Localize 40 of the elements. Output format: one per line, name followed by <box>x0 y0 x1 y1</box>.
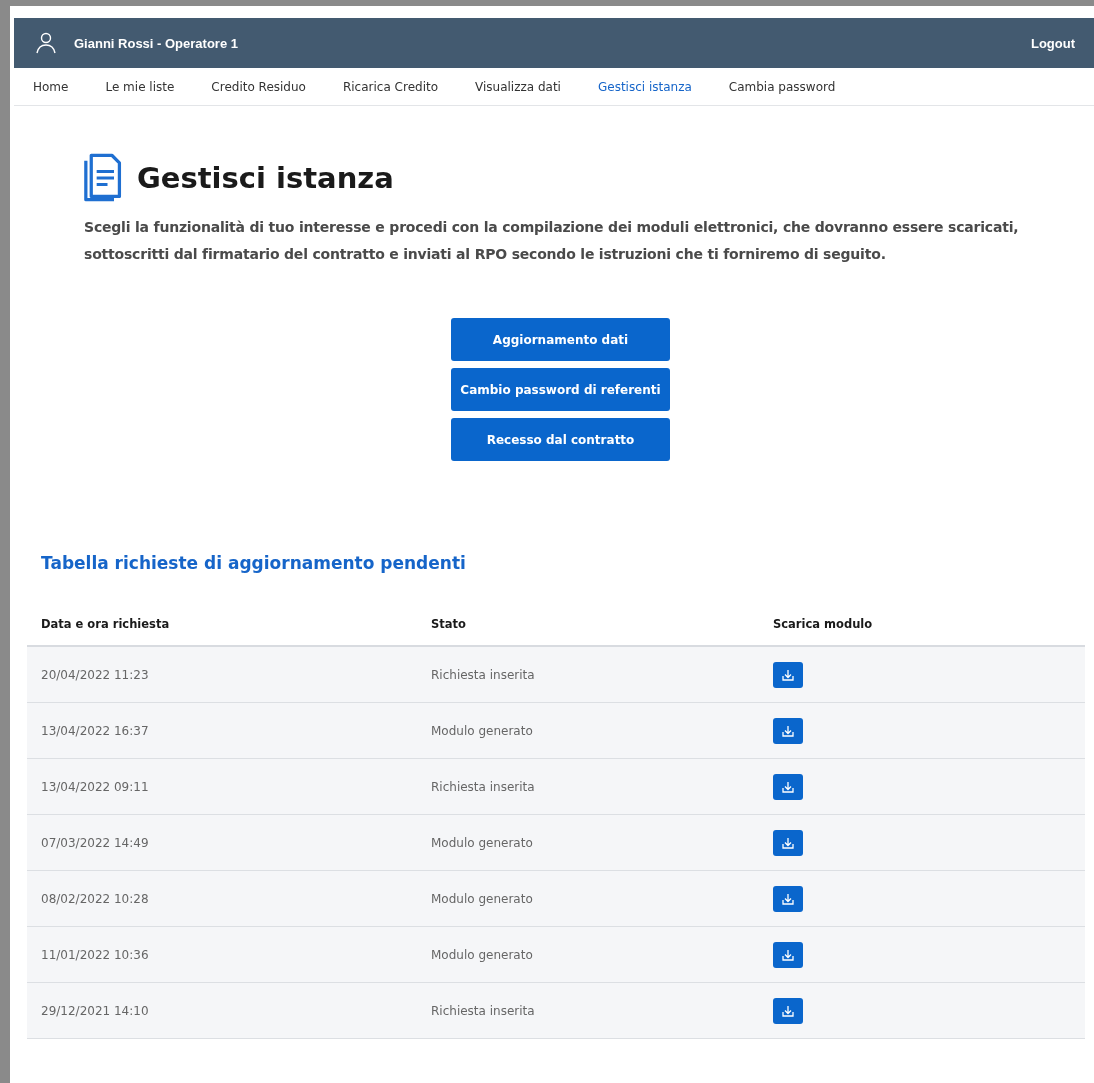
nav-tab[interactable]: Ricarica Credito <box>342 79 438 94</box>
table-cell: Modulo generato <box>431 891 533 906</box>
table-cell: Richiesta inserita <box>431 667 535 682</box>
table-cell: 20/04/2022 11:23 <box>41 667 149 682</box>
download-button[interactable] <box>773 773 803 800</box>
action-button[interactable]: Cambio password di referenti <box>451 368 670 411</box>
table-title: Tabella richieste di aggiornamento pendenti <box>41 553 467 573</box>
user-icon <box>36 32 56 54</box>
table-cell: 11/01/2022 10:36 <box>41 947 149 962</box>
action-button[interactable]: Recesso dal contratto <box>451 418 670 461</box>
table-cell: 13/04/2022 16:37 <box>41 723 149 738</box>
download-button[interactable] <box>773 661 803 688</box>
page-title: Gestisci istanza <box>137 161 394 195</box>
column-header: Stato <box>431 617 466 631</box>
table-cell: Modulo generato <box>431 835 533 850</box>
nav-tab[interactable]: Cambia password <box>728 79 836 94</box>
nav-tab[interactable]: Visualizza dati <box>475 79 561 94</box>
download-button[interactable] <box>773 717 803 744</box>
download-button[interactable] <box>773 941 803 968</box>
logout-link[interactable]: Logout <box>1030 35 1075 51</box>
nav-tab[interactable]: Home <box>33 79 69 94</box>
table-cell: Modulo generato <box>431 947 533 962</box>
table-cell: 13/04/2022 09:11 <box>41 779 149 794</box>
user-name: Gianni Rossi - Operatore 1 <box>74 35 239 51</box>
nav-tab[interactable]: Le mie liste <box>105 79 175 94</box>
table-cell: Richiesta inserita <box>431 1003 535 1018</box>
table-cell: 29/12/2021 14:10 <box>41 1003 149 1018</box>
column-header: Scarica modulo <box>773 617 873 631</box>
download-button[interactable] <box>773 885 803 912</box>
column-header: Data e ora richiesta <box>41 617 170 631</box>
table-cell: Richiesta inserita <box>431 779 535 794</box>
nav-tab[interactable]: Credito Residuo <box>211 79 306 94</box>
download-button[interactable] <box>773 997 803 1024</box>
action-button[interactable]: Aggiornamento dati <box>451 318 670 361</box>
table-cell: 08/02/2022 10:28 <box>41 891 149 906</box>
table-cell: Modulo generato <box>431 723 533 738</box>
nav-tab[interactable]: Gestisci istanza <box>597 79 692 94</box>
table-cell: 07/03/2022 14:49 <box>41 835 149 850</box>
intro-text: Scegli la funzionalità di tuo interesse e procedi con la compilazione dei moduli elettronici, che dovranno essere scaricati, sottoscritti dal firmatario del contratto e inviati al RPO secondo le istruzioni che ti forniremo di seguito. <box>84 218 1020 264</box>
download-button[interactable] <box>773 829 803 856</box>
